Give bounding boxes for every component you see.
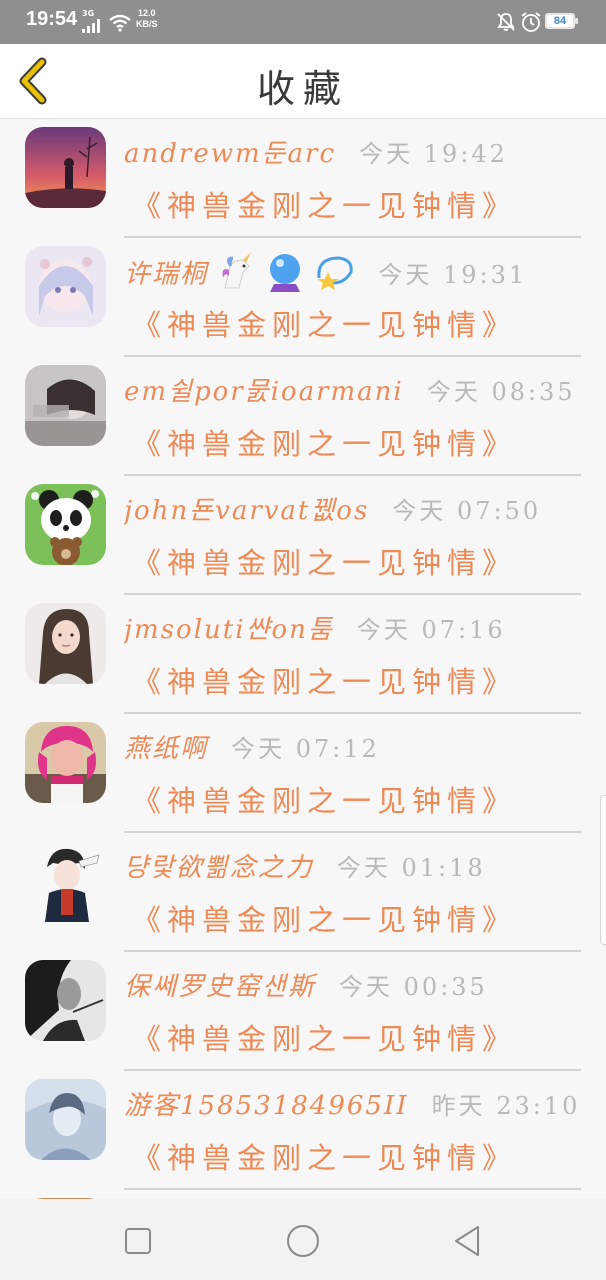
user-name: 燕纸啊: [124, 734, 209, 764]
alarm-clock-icon: [521, 12, 541, 32]
triangle-back-icon[interactable]: [448, 1221, 488, 1261]
unicorn-icon: [222, 252, 252, 289]
list-item[interactable]: 댱랓欲뾞念之力 今天 01:18 《神兽金刚之一见钟情》: [0, 833, 606, 952]
video-title[interactable]: 《神兽金刚之一见钟情》: [132, 302, 606, 344]
wifi-icon: [109, 14, 131, 32]
timestamp: 今天 19:42: [359, 140, 508, 168]
video-title[interactable]: 《神兽金刚之一见钟情》: [132, 1135, 606, 1177]
status-time: 19:54: [26, 8, 78, 30]
crystal-ball-icon: [270, 254, 301, 292]
avatar[interactable]: [25, 127, 106, 208]
user-name: john됸varvat뀂os: [124, 496, 370, 526]
list-item[interactable]: [0, 1190, 606, 1199]
page-title: 收藏: [256, 67, 349, 111]
avatar[interactable]: [25, 841, 106, 922]
avatar[interactable]: [25, 722, 106, 803]
list-item[interactable]: 许瑞桐 今天 19:31 《神兽金刚之一见钟情》: [0, 238, 606, 357]
list-item[interactable]: jmsoluti쌴on툼 今天 07:16 《神兽金刚之一见钟情》: [0, 595, 606, 714]
avatar[interactable]: [25, 603, 106, 684]
list-item[interactable]: 保쎄罗史窑샌斯 今天 00:35 《神兽金刚之一见钟情》: [0, 952, 606, 1071]
list-item[interactable]: john됸varvat뀂os 今天 07:50 《神兽金刚之一见钟情》: [0, 476, 606, 595]
battery-indicator: 84: [545, 13, 578, 29]
system-nav-bar: [0, 1199, 606, 1280]
video-title[interactable]: 《神兽金刚之一见钟情》: [132, 1016, 606, 1058]
scrollbar[interactable]: [600, 795, 606, 945]
avatar[interactable]: [25, 484, 106, 565]
network-type: 3G: [82, 9, 95, 18]
timestamp: 今天 08:35: [426, 378, 576, 406]
avatar[interactable]: [25, 960, 106, 1041]
timestamp: 昨天 23:10: [431, 1092, 581, 1120]
video-title[interactable]: 《神兽金刚之一见钟情》: [132, 540, 606, 582]
timestamp: 今天 07:16: [356, 616, 506, 644]
timestamp: 今天 07:12: [231, 735, 380, 763]
user-name: 댱랓欲뾞念之力: [124, 853, 314, 883]
timestamp: 今天 07:50: [392, 497, 542, 525]
dizzy-star-icon: [317, 256, 354, 290]
avatar[interactable]: [25, 1079, 106, 1160]
favorites-list: andrewm둔arc 今天 19:42 《神兽金刚之一见钟情》 许瑞桐 今天 …: [0, 119, 606, 1199]
list-item[interactable]: em쉴por뭀ioarmani 今天 08:35 《神兽金刚之一见钟情》: [0, 357, 606, 476]
mute-bell-icon: [497, 13, 515, 31]
list-item[interactable]: andrewm둔arc 今天 19:42 《神兽金刚之一见钟情》: [0, 119, 606, 238]
user-name: em쉴por뭀ioarmani: [124, 377, 404, 407]
video-title[interactable]: 《神兽金刚之一见钟情》: [132, 183, 606, 225]
avatar[interactable]: [25, 365, 106, 446]
user-name: andrewm둔arc: [124, 139, 337, 169]
circle-home-icon[interactable]: [283, 1221, 323, 1261]
timestamp: 今天 00:35: [338, 973, 488, 1001]
signal-icon: [82, 19, 100, 33]
avatar[interactable]: [25, 246, 106, 327]
timestamp: 今天 19:31: [378, 260, 528, 289]
user-name: 许瑞桐: [124, 259, 209, 290]
status-bar: 19:54 3G 12.0 KB/S 84: [0, 0, 606, 44]
user-name: jmsoluti쌴on툼: [124, 615, 334, 645]
video-title[interactable]: 《神兽金刚之一见钟情》: [132, 421, 606, 463]
timestamp: 今天 01:18: [336, 854, 486, 882]
user-name: 保쎄罗史窑샌斯: [124, 972, 316, 1002]
video-title[interactable]: 《神兽金刚之一见钟情》: [132, 659, 606, 701]
video-title[interactable]: 《神兽金刚之一见钟情》: [132, 897, 606, 939]
user-name: 游客15853184965II: [124, 1091, 409, 1121]
list-item[interactable]: 燕纸啊 今天 07:12 《神兽金刚之一见钟情》: [0, 714, 606, 833]
app-header: 收藏: [0, 44, 606, 119]
speed-unit: KB/S: [136, 19, 158, 29]
video-title[interactable]: 《神兽金刚之一见钟情》: [132, 778, 606, 820]
speed-value: 12.0: [137, 8, 156, 18]
list-item[interactable]: 游客15853184965II 昨天 23:10 《神兽金刚之一见钟情》: [0, 1071, 606, 1190]
network-speed: 12.0 KB/S: [136, 8, 158, 30]
square-recent-icon[interactable]: [118, 1221, 158, 1261]
